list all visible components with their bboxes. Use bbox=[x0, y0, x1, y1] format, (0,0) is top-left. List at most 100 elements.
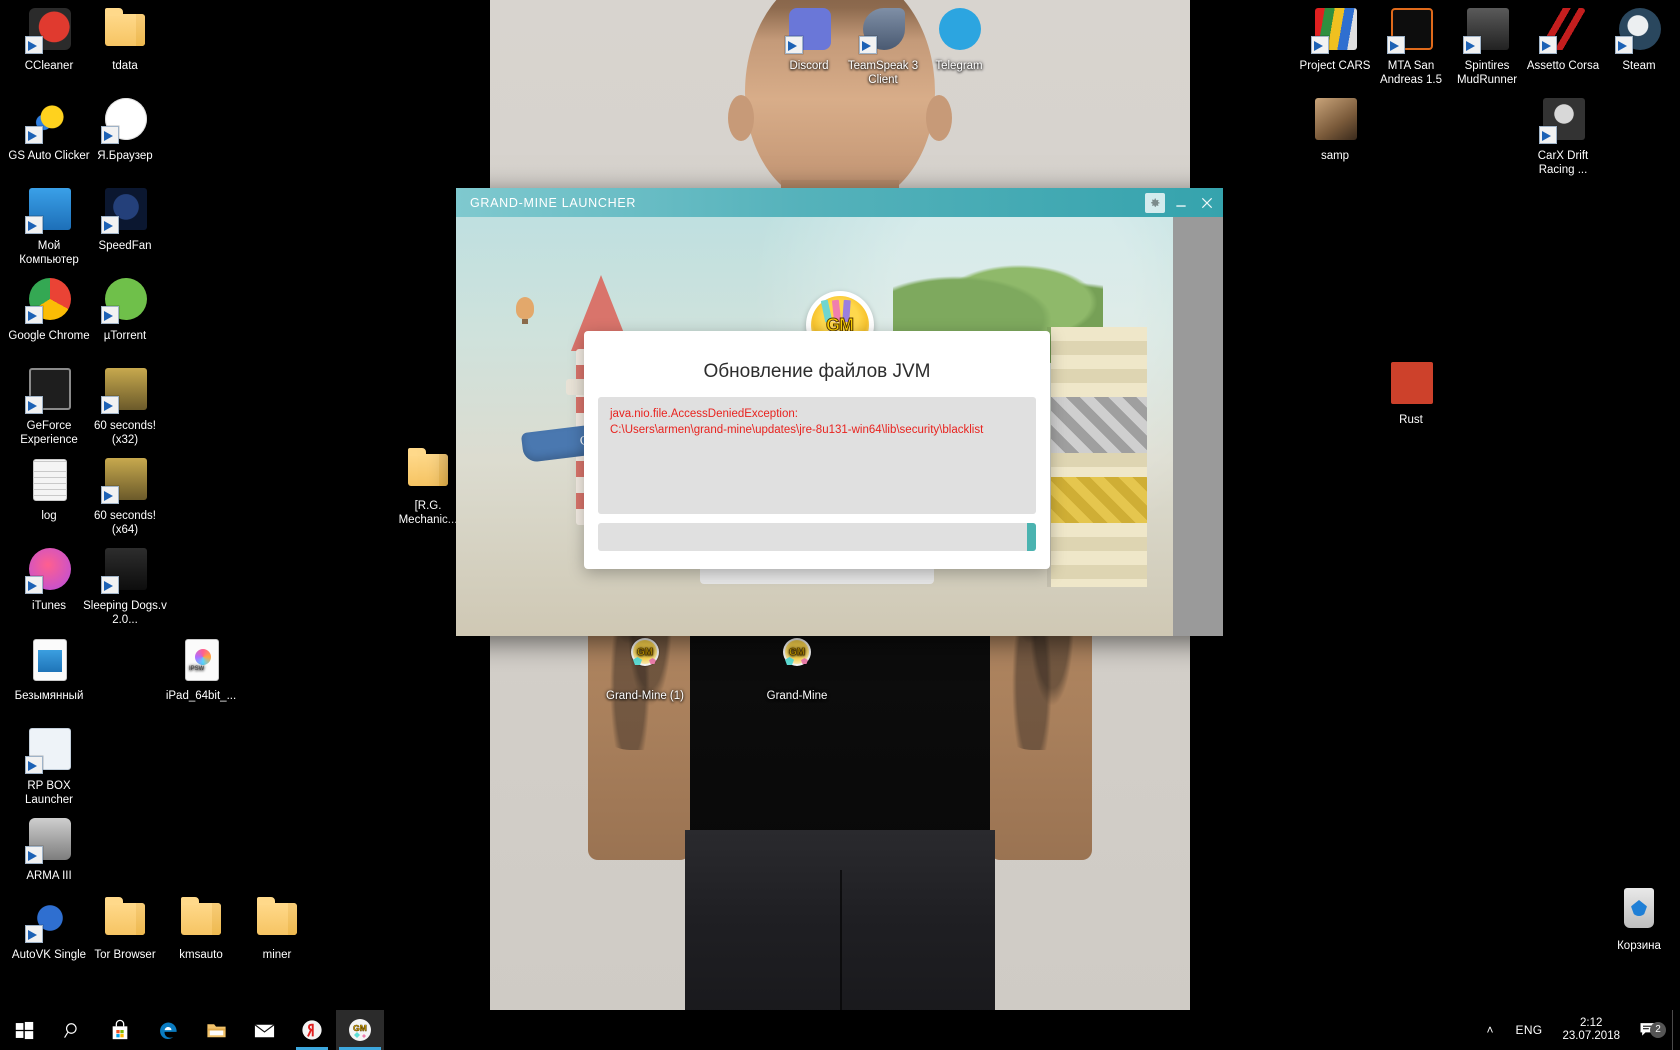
desktop-icon-assetto-corsa[interactable]: Assetto Corsa bbox=[1520, 6, 1606, 73]
desktop-icon-samp[interactable]: samp bbox=[1292, 96, 1378, 163]
desktop-icon-autovk-single[interactable]: AutoVK Single bbox=[6, 895, 92, 962]
desktop-icon-carx-drift-racing[interactable]: CarX Drift Racing ... bbox=[1520, 96, 1606, 177]
desktop-icon-steam[interactable]: Steam bbox=[1596, 6, 1680, 73]
speedfan-icon bbox=[101, 186, 149, 234]
project-cars-icon bbox=[1311, 6, 1359, 54]
desktop-icon-mta-san-andreas[interactable]: MTA San Andreas 1.5 bbox=[1368, 6, 1454, 87]
system-tray[interactable]: ˄ ENG 2:12 23.07.2018 2 bbox=[1475, 1010, 1680, 1050]
app-icon bbox=[29, 8, 71, 50]
app-icon bbox=[105, 458, 147, 500]
desktop-icon-grand-mine[interactable]: GM Grand-Mine bbox=[754, 636, 840, 703]
error-log-box[interactable]: java.nio.file.AccessDeniedException: C:\… bbox=[598, 397, 1036, 514]
rust-icon bbox=[1387, 360, 1435, 408]
language-indicator[interactable]: ENG bbox=[1506, 1023, 1553, 1037]
desktop-icon-rust[interactable]: Rust bbox=[1368, 360, 1454, 427]
ipad-64bit-icon: IPSW bbox=[177, 636, 225, 684]
desktop-icon-kmsauto[interactable]: kmsauto bbox=[158, 895, 244, 962]
desktop-icon-label: Sleeping Dogs.v 2.0... bbox=[83, 600, 167, 626]
app-icon bbox=[863, 8, 905, 50]
desktop-icon-google-chrome[interactable]: Google Chrome bbox=[6, 276, 92, 343]
log-icon bbox=[25, 456, 73, 504]
desktop-icon-sleeping-dogs[interactable]: Sleeping Dogs.v 2.0... bbox=[82, 546, 168, 627]
app-icon bbox=[29, 548, 71, 590]
picture-icon bbox=[1315, 98, 1357, 140]
tray-chevron-up-icon[interactable]: ˄ bbox=[1475, 1023, 1506, 1037]
start-button[interactable] bbox=[0, 1010, 48, 1050]
desktop-icon-gs-auto-clicker[interactable]: GS Auto Clicker bbox=[6, 96, 92, 163]
settings-gear-icon[interactable] bbox=[1145, 192, 1165, 213]
sleeping-dogs-icon bbox=[101, 546, 149, 594]
desktop-icon-speedfan[interactable]: SpeedFan bbox=[82, 186, 168, 253]
desktop-icon-telegram[interactable]: Telegram bbox=[916, 6, 1002, 73]
yandex-icon[interactable] bbox=[288, 1010, 336, 1050]
launcher-right-strip bbox=[1173, 217, 1223, 636]
telegram-icon bbox=[935, 6, 983, 54]
svg-text:GM: GM bbox=[353, 1023, 367, 1033]
desktop-icon-label: Корзина bbox=[1617, 940, 1661, 952]
desktop-icon-60-seconds-x64[interactable]: 60 seconds! (x64) bbox=[82, 456, 168, 537]
geforce-experience-icon bbox=[25, 366, 73, 414]
picture-icon bbox=[33, 639, 67, 681]
taskbar-grand-mine-launcher[interactable]: GM bbox=[336, 1010, 384, 1050]
close-icon[interactable] bbox=[1197, 193, 1217, 213]
notification-badge: 2 bbox=[1650, 1021, 1666, 1038]
bezymyannyy-icon bbox=[25, 636, 73, 684]
edge-icon[interactable] bbox=[144, 1010, 192, 1050]
store-icon[interactable] bbox=[96, 1010, 144, 1050]
minimize-icon[interactable] bbox=[1171, 193, 1191, 213]
desktop-icon-yandex-browser[interactable]: Я.Браузер bbox=[82, 96, 168, 163]
clock[interactable]: 2:12 23.07.2018 bbox=[1552, 1017, 1630, 1043]
itunes-icon bbox=[25, 546, 73, 594]
recycle-bin-icon bbox=[1624, 888, 1654, 928]
desktop-icon-label: GS Auto Clicker bbox=[8, 150, 90, 162]
clock-time: 2:12 bbox=[1580, 1017, 1603, 1029]
60-seconds-x32-icon bbox=[101, 366, 149, 414]
desktop-icon-label: kmsauto bbox=[179, 949, 223, 961]
grand-mine-icon: GM bbox=[783, 638, 811, 666]
grand-mine-icon: GM bbox=[631, 638, 659, 666]
desktop-icon-60-seconds-x32[interactable]: 60 seconds! (x32) bbox=[82, 366, 168, 447]
desktop-icon-arma-iii[interactable]: ARMA III bbox=[6, 816, 92, 883]
desktop-icon-rp-box-launcher[interactable]: RP BOX Launcher bbox=[6, 726, 92, 807]
document-icon bbox=[33, 459, 67, 501]
desktop-icon-log[interactable]: log bbox=[6, 456, 92, 523]
desktop-icon-spintires-mudrunner[interactable]: Spintires MudRunner bbox=[1444, 6, 1530, 87]
desktop-icon-recycle-bin[interactable]: Корзина bbox=[1596, 886, 1680, 953]
desktop-icon-tdata[interactable]: tdata bbox=[82, 6, 168, 73]
app-icon bbox=[1619, 8, 1661, 50]
desktop-icon-label: Grand-Mine (1) bbox=[606, 690, 684, 702]
desktop-icon-label: log bbox=[41, 510, 57, 522]
folder-icon[interactable] bbox=[192, 1010, 240, 1050]
desktop-icon-label: Project CARS bbox=[1299, 60, 1371, 72]
desktop-icon-label: Spintires MudRunner bbox=[1456, 60, 1518, 86]
desktop-icon-miner[interactable]: miner bbox=[234, 895, 320, 962]
taskbar[interactable]: GM ˄ ENG 2:12 23.07.2018 2 bbox=[0, 1010, 1680, 1050]
desktop-icon-grand-mine-1[interactable]: GM Grand-Mine (1) bbox=[602, 636, 688, 703]
desktop-icon-project-cars[interactable]: Project CARS bbox=[1292, 6, 1378, 73]
desktop-icon-bezymyannyy[interactable]: Безымянный bbox=[6, 636, 92, 703]
hot-air-balloon-icon bbox=[516, 297, 534, 324]
app-icon bbox=[1543, 98, 1585, 140]
desktop-icon-label: Rust bbox=[1399, 414, 1423, 426]
show-desktop-button[interactable] bbox=[1672, 1010, 1680, 1050]
desktop-icon-label: miner bbox=[262, 949, 292, 961]
yandex-browser-icon bbox=[101, 96, 149, 144]
tdata-icon bbox=[101, 6, 149, 54]
notification-center-icon[interactable]: 2 bbox=[1630, 1019, 1672, 1042]
launcher-titlebar[interactable]: GRAND-MINE LAUNCHER bbox=[456, 188, 1223, 217]
grand-mine-launcher-window[interactable]: GRAND-MINE LAUNCHER GM Обновление файлов… bbox=[456, 188, 1223, 636]
mail-icon[interactable] bbox=[240, 1010, 288, 1050]
desktop-icon-ccleaner[interactable]: CCleaner bbox=[6, 6, 92, 73]
search-icon[interactable] bbox=[48, 1010, 96, 1050]
desktop-icon-tor-browser[interactable]: Tor Browser bbox=[82, 895, 168, 962]
desktop-icon-ipad-64bit[interactable]: IPSW iPad_64bit_... bbox=[158, 636, 244, 703]
folder-icon bbox=[105, 8, 145, 46]
desktop-icon-teamspeak-3-client[interactable]: TeamSpeak 3 Client bbox=[840, 6, 926, 87]
desktop-icon-my-computer[interactable]: Мой Компьютер bbox=[6, 186, 92, 267]
desktop-icon-itunes[interactable]: iTunes bbox=[6, 546, 92, 613]
desktop-icon-utorrent[interactable]: µTorrent bbox=[82, 276, 168, 343]
app-icon bbox=[29, 818, 71, 860]
desktop-icon-geforce-experience[interactable]: GeForce Experience bbox=[6, 366, 92, 447]
desktop-icon-label: MTA San Andreas 1.5 bbox=[1379, 60, 1442, 86]
desktop-icon-label: CCleaner bbox=[24, 60, 74, 72]
